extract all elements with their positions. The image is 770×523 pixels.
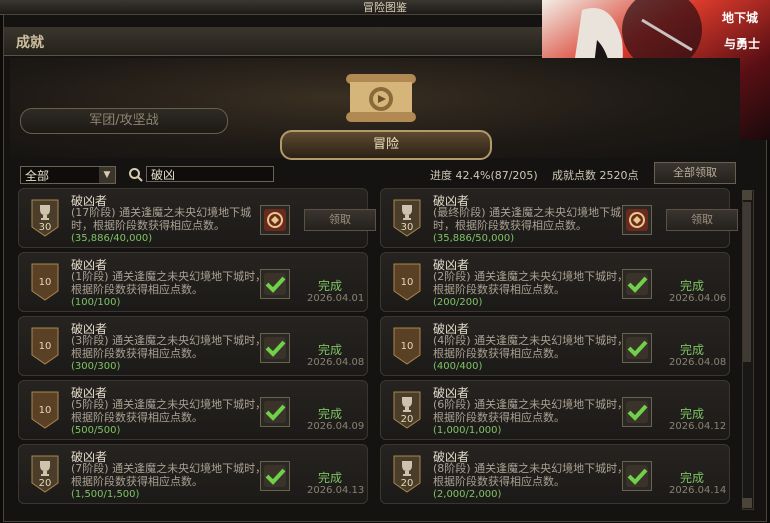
achievement-desc: (5阶段) 通关逢魔之未央幻境地下城时，根据阶段数获得相应点数。 [71,398,267,424]
tab-adventure[interactable]: 冒险 [280,130,492,160]
achievement-card: 10 破凶者 (1阶段) 通关逢魔之未央幻境地下城时，根据阶段数获得相应点数。 (10… [18,252,368,312]
achievement-desc: (6阶段) 通关逢魔之未央幻境地下城时，根据阶段数获得相应点数。 [433,398,629,424]
achievement-card: 20 破凶者 (7阶段) 通关逢魔之未央幻境地下城时，根据阶段数获得相应点数。 (1,… [18,444,368,504]
checkmark-icon [622,461,652,491]
achievement-progress: (200/200) [433,297,483,308]
complete-date: 2026.04.08 [669,357,727,368]
trophy-badge-icon: 20 [393,455,421,493]
shield-badge-icon: 10 [31,263,59,301]
achievement-progress: (35,886/40,000) [71,233,153,244]
points-text: 成就点数 2520点 [552,169,639,182]
shield-badge-icon: 10 [393,263,421,301]
complete-label: 完成 [680,343,705,357]
complete-date: 2026.04.01 [307,293,365,304]
badge-points: 10 [38,277,52,288]
trophy-badge-icon: 30 [393,199,421,237]
badge-points: 20 [400,478,414,489]
svg-text:与勇士: 与勇士 [724,36,760,51]
complete-label: 完成 [318,279,343,293]
claim-button[interactable]: 领取 [666,209,738,231]
reward-emblem-icon [260,205,290,235]
achievement-desc: (17阶段) 通关逢魔之未央幻境地下城时，根据阶段数获得相应点数。 [71,206,252,232]
section-title: 成就 [16,35,44,51]
badge-points: 30 [400,222,414,233]
shield-badge-icon: 10 [393,327,421,365]
checkmark-icon [622,397,652,427]
progress-text: 进度 42.4%(87/205) [430,169,538,182]
badge-points: 10 [400,341,414,352]
achievement-list: 30 破凶者 (17阶段) 通关逢魔之未央幻境地下城时，根据阶段数获得相应点数。 (3… [18,188,738,508]
achievement-desc: (2阶段) 通关逢魔之未央幻境地下城时，根据阶段数获得相应点数。 [433,270,629,296]
shield-badge-icon: 10 [31,327,59,365]
badge-points: 30 [38,222,52,233]
trophy-badge-icon: 30 [31,199,59,237]
reward-emblem-icon [622,205,652,235]
achievement-desc: (3阶段) 通关逢魔之未央幻境地下城时，根据阶段数获得相应点数。 [71,334,267,360]
complete-date: 2026.04.06 [669,293,727,304]
tab-legion-raid[interactable]: 军团/攻坚战 [20,108,228,134]
scrollbar-thumb[interactable] [743,202,751,362]
category-dropdown[interactable]: 全部 ▼ [20,166,116,184]
achievement-desc: (1阶段) 通关逢魔之未央幻境地下城时，根据阶段数获得相应点数。 [71,270,267,296]
achievement-card: 10 破凶者 (5阶段) 通关逢魔之未央幻境地下城时，根据阶段数获得相应点数。 (50… [18,380,368,440]
search-icon [128,167,144,183]
complete-label: 完成 [680,407,705,421]
badge-points: 20 [400,414,414,425]
search-input[interactable] [146,166,274,182]
achievement-card: 20 破凶者 (8阶段) 通关逢魔之未央幻境地下城时，根据阶段数获得相应点数。 (2,… [380,444,730,504]
achievement-desc: (4阶段) 通关逢魔之未央幻境地下城时，根据阶段数获得相应点数。 [433,334,629,360]
achievement-desc: (8阶段) 通关逢魔之未央幻境地下城时，根据阶段数获得相应点数。 [433,462,629,488]
chevron-down-icon[interactable]: ▼ [99,167,115,183]
scroll-up-button[interactable] [742,190,752,200]
achievement-progress: (100/100) [71,297,121,308]
achievement-desc: (7阶段) 通关逢魔之未央幻境地下城时，根据阶段数获得相应点数。 [71,462,267,488]
trophy-badge-icon: 20 [31,455,59,493]
achievement-progress: (2,000/2,000) [433,489,502,500]
achievement-card: 10 破凶者 (3阶段) 通关逢魔之未央幻境地下城时，根据阶段数获得相应点数。 (30… [18,316,368,376]
achievement-card: 30 破凶者 (最终阶段) 通关逢魔之未央幻境地下城时，根据阶段数获得相应点数。 (3… [380,188,738,248]
checkmark-icon [622,333,652,363]
checkmark-icon [622,269,652,299]
checkmark-icon [260,397,290,427]
badge-points: 10 [400,277,414,288]
achievement-progress: (400/400) [433,361,483,372]
checkmark-icon [260,269,290,299]
svg-text:地下城: 地下城 [722,10,758,25]
checkmark-icon [260,333,290,363]
badge-points: 20 [38,478,52,489]
complete-label: 完成 [318,343,343,357]
shield-badge-icon: 10 [31,391,59,429]
achievement-card: 10 破凶者 (4阶段) 通关逢魔之未央幻境地下城时，根据阶段数获得相应点数。 (40… [380,316,730,376]
claim-button[interactable]: 领取 [304,209,376,231]
achievement-card: 20 破凶者 (6阶段) 通关逢魔之未央幻境地下城时，根据阶段数获得相应点数。 (1,… [380,380,730,440]
checkmark-icon [260,461,290,491]
scroll-emblem-icon [338,68,424,128]
achievement-progress: (1,500/1,500) [71,489,140,500]
scroll-down-button[interactable] [742,498,752,508]
achievement-card: 30 破凶者 (17阶段) 通关逢魔之未央幻境地下城时，根据阶段数获得相应点数。 (3… [18,188,376,248]
achievement-progress: (35,886/50,000) [433,233,515,244]
achievement-progress: (1,000/1,000) [433,425,502,436]
badge-points: 10 [38,341,52,352]
complete-date: 2026.04.14 [669,485,727,496]
section-header: 成就 [4,27,544,56]
complete-date: 2026.04.13 [307,485,365,496]
badge-points: 10 [38,405,52,416]
complete-label: 完成 [318,471,343,485]
achievement-progress: (300/300) [71,361,121,372]
dropdown-value: 全部 [25,169,50,183]
achievement-progress: (500/500) [71,425,121,436]
complete-label: 完成 [680,279,705,293]
achievement-desc: (最终阶段) 通关逢魔之未央幻境地下城时，根据阶段数获得相应点数。 [433,206,622,232]
achievement-card: 10 破凶者 (2阶段) 通关逢魔之未央幻境地下城时，根据阶段数获得相应点数。 (20… [380,252,730,312]
complete-label: 完成 [680,471,705,485]
complete-label: 完成 [318,407,343,421]
trophy-badge-icon: 20 [393,391,421,429]
complete-date: 2026.04.12 [669,421,727,432]
complete-date: 2026.04.09 [307,421,365,432]
claim-all-button[interactable]: 全部领取 [654,162,736,184]
complete-date: 2026.04.08 [307,357,365,368]
